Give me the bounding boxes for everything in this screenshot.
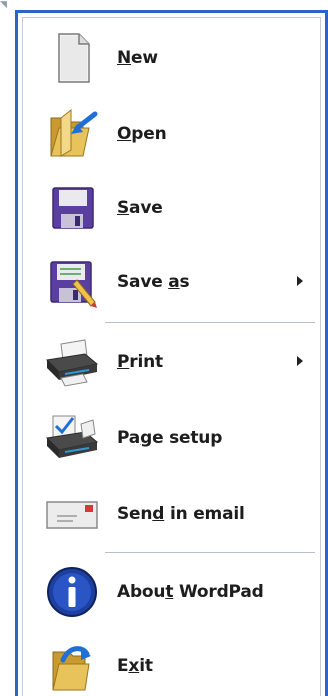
printer-check-icon <box>43 410 101 466</box>
submenu-arrow-icon <box>297 356 303 366</box>
floppy-disk-pencil-icon <box>43 254 101 310</box>
envelope-icon <box>43 486 101 542</box>
menu-separator <box>105 322 315 324</box>
file-menu: New Open Save Save as Print Page setup S… <box>15 10 328 696</box>
menu-item-label: Page setup <box>117 428 223 448</box>
resize-corner-icon: ◥ <box>0 0 7 10</box>
menu-item-new[interactable]: New <box>29 22 313 94</box>
menu-item-label: New <box>117 48 158 68</box>
exit-icon <box>43 638 101 694</box>
printer-icon <box>43 334 101 390</box>
open-folder-icon <box>43 106 101 162</box>
menu-item-label: About WordPad <box>117 582 264 602</box>
submenu-arrow-icon <box>297 276 303 286</box>
floppy-disk-icon <box>43 180 101 236</box>
menu-item-label: Print <box>117 352 163 372</box>
menu-item-about-wordpad[interactable]: About WordPad <box>29 556 313 628</box>
menu-item-open[interactable]: Open <box>29 98 313 170</box>
menu-item-send-in-email[interactable]: Send in email <box>29 478 313 550</box>
wordpad-file-menu-screen: ◥ New Open Save Save as Print Page setup… <box>0 0 328 696</box>
menu-item-label: Open <box>117 124 167 144</box>
menu-item-save-as[interactable]: Save as <box>29 246 313 318</box>
menu-item-exit[interactable]: Exit <box>29 630 313 696</box>
menu-item-page-setup[interactable]: Page setup <box>29 402 313 474</box>
info-icon <box>43 564 101 620</box>
new-document-icon <box>43 30 101 86</box>
file-menu-panel: New Open Save Save as Print Page setup S… <box>22 17 321 696</box>
menu-separator <box>105 552 315 554</box>
menu-item-save[interactable]: Save <box>29 172 313 244</box>
menu-item-label: Exit <box>117 656 153 676</box>
menu-item-label: Save as <box>117 272 190 292</box>
menu-item-print[interactable]: Print <box>29 326 313 398</box>
menu-item-label: Send in email <box>117 504 245 524</box>
menu-item-label: Save <box>117 198 163 218</box>
